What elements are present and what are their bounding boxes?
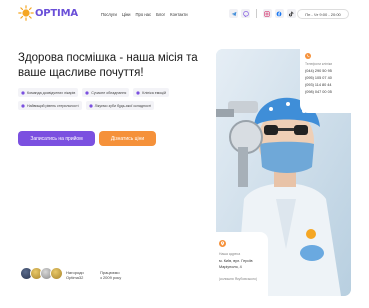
- main-nav: Послуги Ціни Про нас Блог Контакти: [101, 12, 188, 17]
- feature-label: Клініка емоцій: [142, 90, 167, 95]
- feature-item: Найвищий рівень стерильності: [18, 101, 82, 110]
- award-medal-icon: [50, 267, 63, 280]
- phones-caption: Телефони клініки: [305, 62, 333, 66]
- clinic-icon: [136, 90, 140, 95]
- feature-label: Сучасне обладнання: [91, 90, 127, 95]
- logo[interactable]: OPTIMA: [18, 5, 78, 21]
- social-links: [229, 9, 296, 18]
- awards-medals: [20, 267, 63, 280]
- since-label-line2: з 2009 року: [100, 275, 122, 281]
- since-label: Працюємо з 2009 року: [100, 270, 121, 280]
- nav-item-about[interactable]: Про нас: [136, 12, 152, 17]
- address-line: м. Київ, вул. Героїв: [219, 259, 253, 263]
- working-hours: Пн - Чт 9:00 - 20:00: [297, 9, 349, 19]
- feature-item: Сучасне обладнання: [82, 88, 130, 97]
- phone-icon: [305, 53, 311, 59]
- phone-number[interactable]: (093) 114 80 44: [305, 83, 332, 87]
- awards-label-line2: Optima32: [66, 275, 84, 281]
- telegram-icon[interactable]: [229, 9, 238, 18]
- feature-label: Лікуємо зуби будь-якої складності: [94, 103, 152, 108]
- nav-item-services[interactable]: Послуги: [101, 12, 117, 17]
- nav-item-blog[interactable]: Блог: [156, 12, 165, 17]
- viber-icon[interactable]: [241, 9, 250, 18]
- feature-label: Команда досвідчених лікарів: [27, 90, 76, 95]
- nav-item-prices[interactable]: Ціни: [122, 12, 131, 17]
- site-header: OPTIMA Послуги Ціни Про нас Блог Контакт…: [0, 0, 369, 28]
- book-appointment-button[interactable]: Записатись на прийом: [18, 131, 95, 146]
- feature-item: Лікуємо зуби будь-якої складності: [85, 101, 155, 110]
- address-caption: Наша адреса: [219, 252, 241, 256]
- logo-wordmark: OPTIMA: [35, 7, 78, 19]
- address-card: Наша адреса м. Київ, вул. Героїв Маріупо…: [216, 232, 268, 296]
- sun-logo-icon: [18, 5, 34, 21]
- nav-item-contacts[interactable]: Контакти: [170, 12, 187, 17]
- tiktok-icon[interactable]: [286, 9, 296, 18]
- address-line: Маріуполя, 4: [219, 265, 242, 269]
- hero-title: Здорова посмішка - наша місія та ваше ща…: [18, 52, 198, 79]
- equipment-icon: [85, 90, 89, 95]
- phone-number[interactable]: (044) 290 50 95: [305, 69, 332, 73]
- phones-card: Телефони клініки (044) 290 50 95 (095) 1…: [300, 49, 351, 113]
- address-note: (колишня Якубовського): [219, 277, 258, 281]
- view-prices-button[interactable]: Дізнатись ціни: [99, 131, 156, 146]
- feature-item: Команда досвідчених лікарів: [18, 88, 79, 97]
- results-icon: [21, 103, 25, 108]
- instagram-icon[interactable]: [262, 9, 272, 18]
- feature-label: Найвищий рівень стерильності: [27, 103, 79, 108]
- feature-item: Клініка емоцій: [133, 88, 170, 97]
- kids-icon: [89, 103, 93, 108]
- location-pin-icon: [219, 240, 226, 247]
- feature-list: Команда досвідчених лікарів Сучасне обла…: [18, 88, 210, 110]
- phone-number[interactable]: (098) 047 00 05: [305, 90, 332, 94]
- awards-label: Нагороди Optima32: [66, 270, 84, 280]
- divider: [256, 9, 257, 18]
- phone-number[interactable]: (095) 105 07 40: [305, 76, 332, 80]
- team-icon: [21, 90, 25, 95]
- facebook-icon[interactable]: [274, 9, 284, 18]
